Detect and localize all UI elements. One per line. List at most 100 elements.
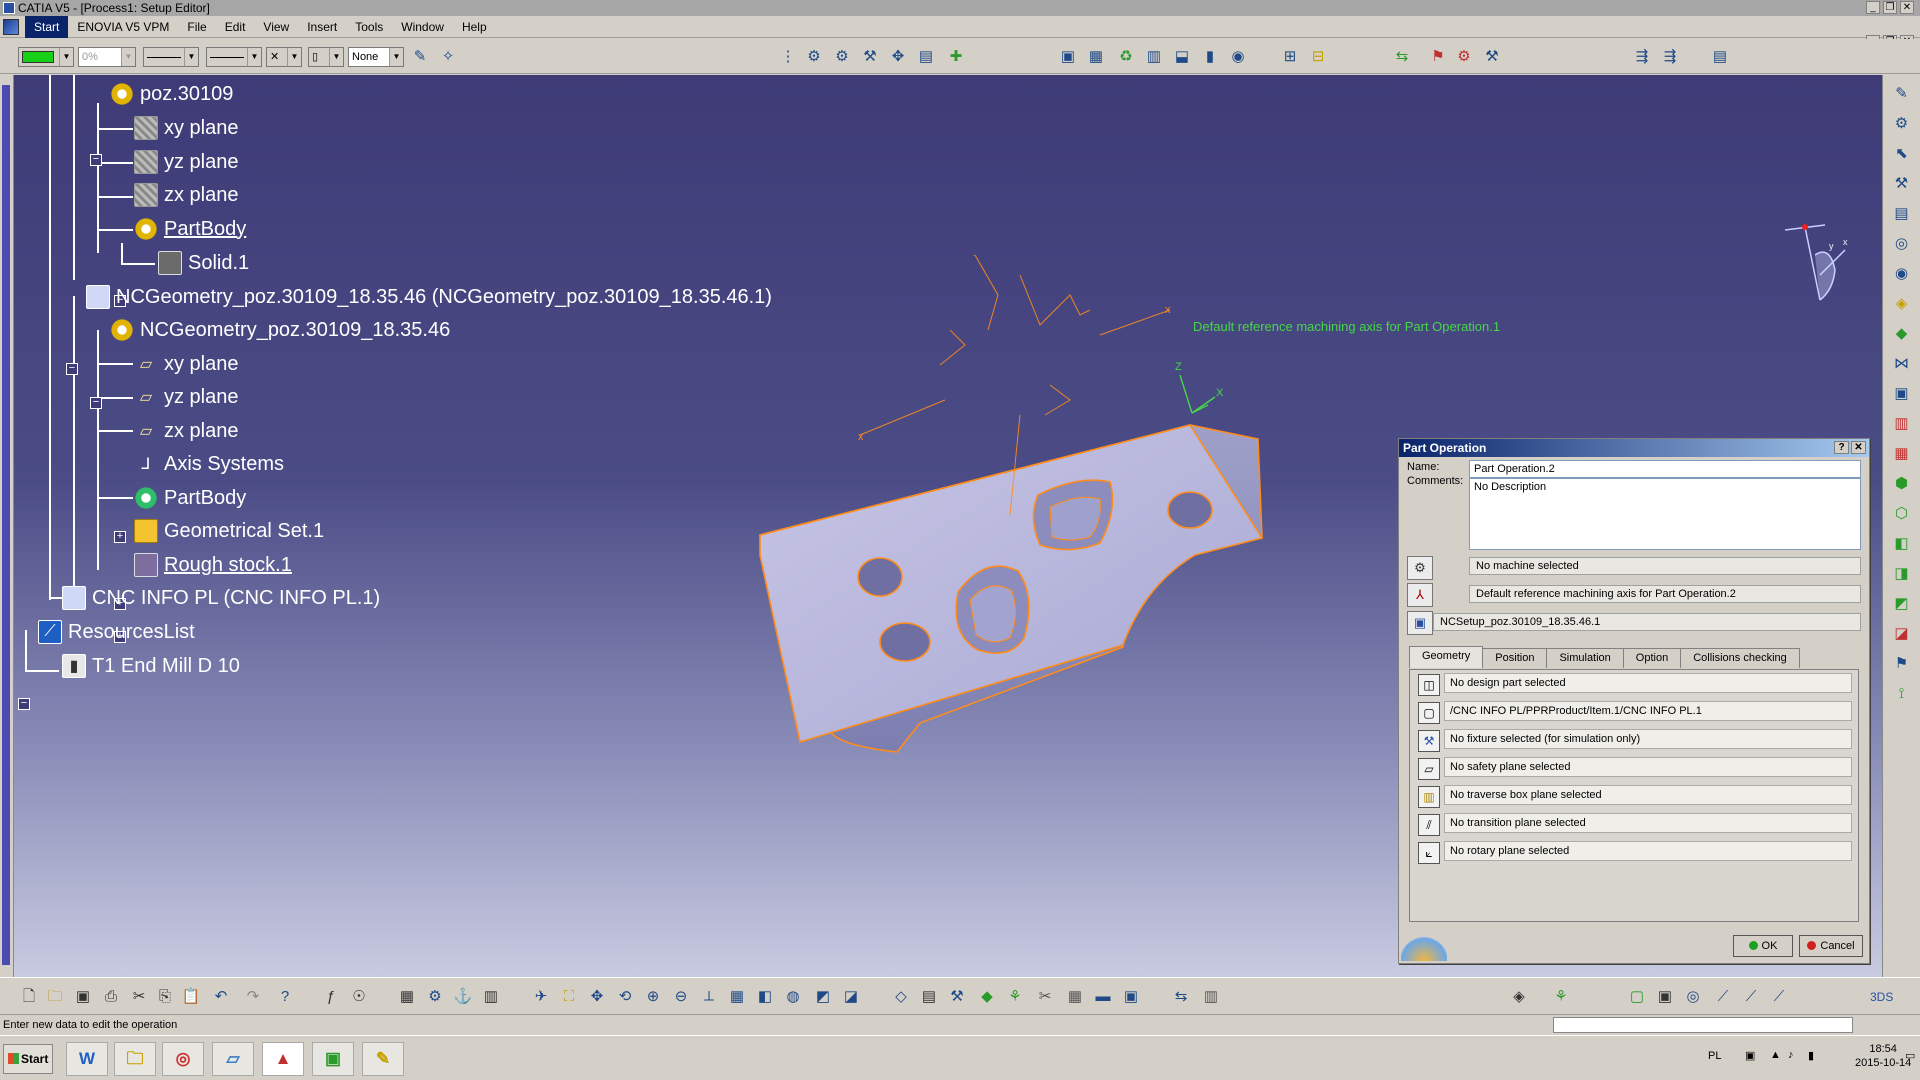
save-icon[interactable]: ▣ [72,986,94,1008]
network-icon[interactable]: ▣ [1745,1049,1755,1062]
tree-node-solid[interactable]: Solid.1 [158,250,249,276]
transition-plane-field[interactable]: No transition plane selected [1444,813,1852,833]
whats-this-icon[interactable]: ? [274,986,296,1008]
safety-plane-icon[interactable]: ▱ [1418,758,1440,780]
dialog-help-button[interactable]: ? [1834,441,1849,454]
machining-axis-field[interactable]: Default reference machining axis for Par… [1469,585,1861,603]
new-file-icon[interactable]: 🗋 [18,986,40,1008]
tree-node-rough-stock[interactable]: Rough stock.1 [134,552,292,578]
tool-icon-2[interactable]: ⚙ [1890,113,1914,135]
layer-icon-select[interactable]: ▯ ▼ [308,47,344,67]
tree-node-zx-plane-1[interactable]: zx plane [134,182,239,208]
nc-view-icon-17[interactable]: ⟋ [1712,986,1734,1008]
nc-view-icon-2[interactable]: ▤ [918,986,940,1008]
setup-icon[interactable]: ▣ [1407,611,1433,635]
nc-icon-16[interactable]: ▤ [1709,46,1731,68]
rotate-icon[interactable]: ⟲ [614,986,636,1008]
menu-enovia[interactable]: ENOVIA V5 VPM [68,16,178,38]
hide-show-icon[interactable]: ◩ [812,986,834,1008]
safety-plane-field[interactable]: No safety plane selected [1444,757,1852,777]
tree-node-ncgeometry-part[interactable]: NCGeometry_poz.30109_18.35.46 [110,317,450,343]
shading-icon[interactable]: ◍ [782,986,804,1008]
taskbar-catia-icon[interactable]: ▲ [262,1042,304,1076]
tree-toggle-ncgeom-part[interactable]: − [90,397,102,409]
tool-icon-8[interactable]: ◈ [1890,293,1914,315]
tree-node-partbody-1[interactable]: PartBody [134,216,246,242]
taskbar-explorer-icon[interactable]: 🗀 [114,1042,156,1076]
multi-view-icon[interactable]: ▦ [726,986,748,1008]
show-desktop-icon[interactable]: ▭ [1905,1049,1915,1062]
stock-icon[interactable]: ▢ [1418,702,1440,724]
nc-view-icon-5[interactable]: ⚘ [1004,986,1026,1008]
line-type-select[interactable]: ▼ [206,47,262,67]
menu-view[interactable]: View [254,16,298,38]
menu-window[interactable]: Window [392,16,453,38]
tree-node-partbody-2[interactable]: PartBody [134,485,246,511]
stock-field[interactable]: /CNC INFO PL/PPRProduct/Item.1/CNC INFO … [1444,701,1852,721]
nc-view-icon-11[interactable]: ▥ [1200,986,1222,1008]
tree-node-axis-systems[interactable]: ⅃ Axis Systems [134,451,285,477]
tree-node-resources-list[interactable]: ⟋ ResourcesList [38,619,195,645]
tool-icon-4[interactable]: ⚒ [1890,173,1914,195]
tab-position[interactable]: Position [1482,648,1548,668]
nc-icon-14[interactable]: ⇶ [1631,46,1653,68]
nc-view-icon-9[interactable]: ▣ [1120,986,1142,1008]
restore-button[interactable]: ❐ [1883,1,1897,14]
tool-icon-21[interactable]: ⟟ [1890,683,1914,705]
nc-view-icon-19[interactable]: ⟋ [1768,986,1790,1008]
nc-icon-12[interactable]: ⚙ [1453,46,1475,68]
tool-icon-9[interactable]: ◆ [1890,323,1914,345]
fly-mode-icon[interactable]: ✈ [530,986,552,1008]
tree-node-yz-plane-2[interactable]: ▱ yz plane [134,384,239,410]
part-3d-model[interactable]: x x y Z X [740,255,1300,795]
machine-icon[interactable]: ⚙ [1407,556,1433,580]
layer-select[interactable]: None ▼ [348,47,404,67]
machining-op-icon-7[interactable]: ✚ [945,46,967,68]
clock[interactable]: 18:54 2015-10-14 [1855,1042,1911,1070]
start-button[interactable]: Start [3,1044,53,1074]
nc-icon-4[interactable]: ▥ [1143,46,1165,68]
machine-field[interactable]: No machine selected [1469,557,1861,575]
design-part-field[interactable]: No design part selected [1444,673,1852,693]
compass-icon[interactable]: x y [1775,215,1855,305]
tree-node-yz-plane-1[interactable]: yz plane [134,149,239,175]
close-button[interactable]: ✕ [1900,1,1914,14]
nc-view-icon-15[interactable]: ▣ [1654,986,1676,1008]
tree-toggle-poz[interactable]: − [90,154,102,166]
nc-view-icon-12[interactable]: ◈ [1508,986,1530,1008]
nc-view-icon-10[interactable]: ⇆ [1170,986,1192,1008]
fixture-field[interactable]: No fixture selected (for simulation only… [1444,729,1852,749]
tool-icon-6[interactable]: ◎ [1890,233,1914,255]
tab-simulation[interactable]: Simulation [1546,648,1624,668]
color-picker[interactable]: ▼ [18,47,74,67]
tree-node-xy-plane-2[interactable]: ▱ xy plane [134,351,239,377]
tool-icon-14[interactable]: ⬢ [1890,473,1914,495]
tool-icon-16[interactable]: ◧ [1890,533,1914,555]
machining-op-icon-4[interactable]: ⚒ [859,46,881,68]
language-indicator[interactable]: PL [1708,1050,1721,1062]
tree-toggle-axis-systems[interactable]: + [114,531,126,543]
tool-icon-19[interactable]: ◪ [1890,623,1914,645]
rotary-plane-icon[interactable]: ⟀ [1418,842,1440,864]
paste-icon[interactable]: 📋 [180,986,202,1008]
select-icon[interactable]: ⬉ [1890,143,1914,165]
menu-edit[interactable]: Edit [216,16,255,38]
nc-view-icon-8[interactable]: ▬ [1092,986,1114,1008]
nc-icon-5[interactable]: ⬓ [1171,46,1193,68]
fixture-icon[interactable]: ⚒ [1418,730,1440,752]
power-input-field[interactable] [1553,1017,1853,1033]
taskbar-app-icon-4[interactable]: ▱ [212,1042,254,1076]
machining-op-icon-5[interactable]: ✥ [887,46,909,68]
point-style-select[interactable]: ✕ ▼ [266,47,302,67]
nc-view-icon-3[interactable]: ⚒ [946,986,968,1008]
tree-node-geometrical-set[interactable]: Geometrical Set.1 [134,518,324,544]
iso-view-icon[interactable]: ◧ [754,986,776,1008]
reference-icon[interactable]: ⚓ [452,986,474,1008]
nc-icon-3[interactable]: ♻ [1115,46,1137,68]
taskbar-paint-icon[interactable]: ✎ [362,1042,404,1076]
ok-button[interactable]: OK [1733,935,1793,957]
fit-all-icon[interactable]: ⛶ [558,986,580,1008]
nc-icon-7[interactable]: ◉ [1227,46,1249,68]
menu-insert[interactable]: Insert [298,16,346,38]
nc-setup-field[interactable]: NCSetup_poz.30109_18.35.46.1 [1433,613,1861,631]
